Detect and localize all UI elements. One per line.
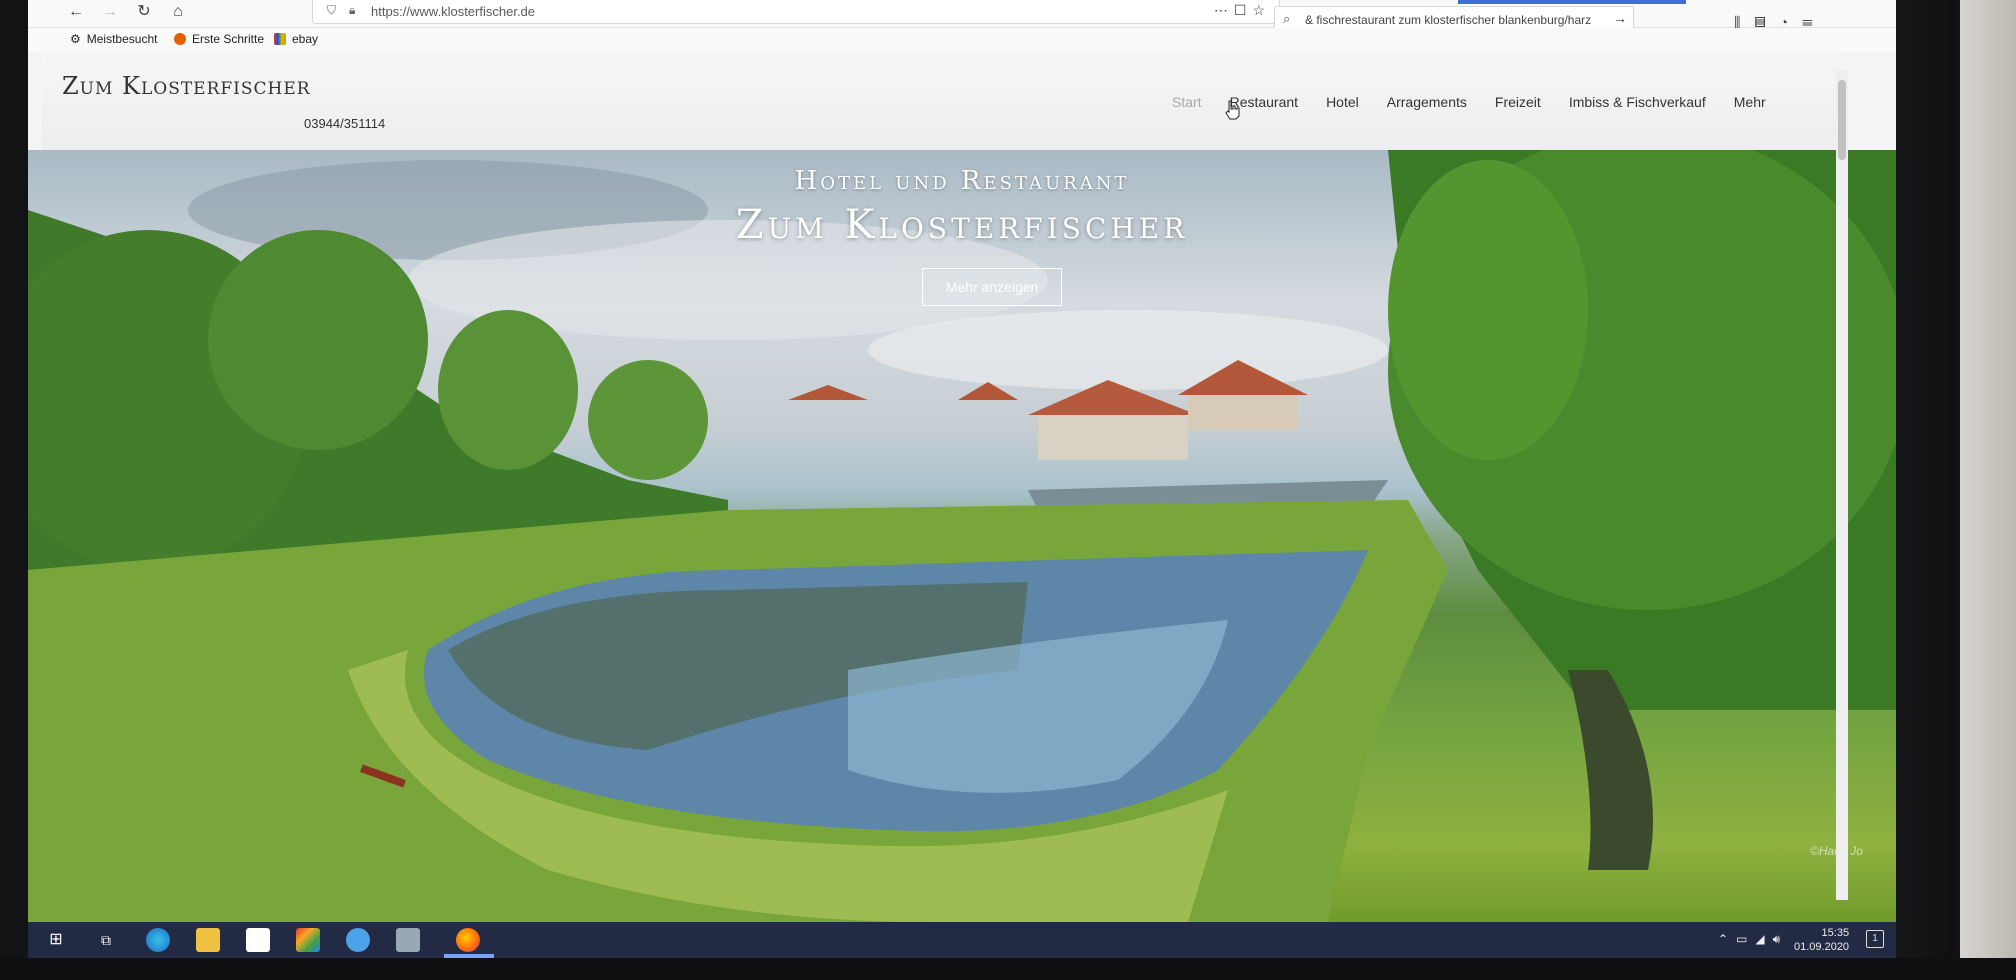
back-icon[interactable]: ← — [64, 0, 88, 24]
settings-app-icon[interactable] — [396, 928, 420, 952]
photos-app-icon[interactable] — [296, 928, 320, 952]
windows-start-icon[interactable]: ⊞ — [44, 928, 68, 952]
more-button[interactable]: Mehr anzeigen — [922, 268, 1062, 306]
page-scrollbar[interactable] — [1836, 70, 1848, 900]
main-navigation: Start Restaurant Hotel Arragements Freiz… — [1172, 94, 1766, 110]
mail-app-icon[interactable] — [346, 928, 370, 952]
forward-icon[interactable]: → — [98, 0, 122, 24]
reload-icon[interactable]: ↻ — [132, 0, 156, 24]
page-actions-icons[interactable]: ⋯☐☆ — [1214, 2, 1271, 19]
notification-center-icon[interactable]: 1 — [1866, 930, 1884, 948]
firefox-icon — [174, 33, 186, 45]
bookmark-erste-schritte[interactable]: Erste Schritte — [174, 32, 264, 46]
file-explorer-icon[interactable] — [196, 928, 220, 952]
site-logo[interactable]: Zum Klosterfischer — [62, 72, 311, 100]
hero-subtitle: Hotel und Restaurant — [794, 166, 1130, 196]
nav-freizeit[interactable]: Freizeit — [1495, 94, 1541, 110]
screen: ← → ↻ ⌂ ⛉ 🔒︎ https://www.klosterfischer.… — [28, 0, 1896, 958]
search-icon: ⌕ — [1283, 11, 1291, 26]
lock-icon[interactable]: 🔒︎ — [349, 3, 355, 18]
nav-mehr[interactable]: Mehr — [1734, 94, 1766, 110]
phone-number: 03944/351114 — [304, 116, 386, 131]
hand-cursor-icon — [1225, 100, 1240, 120]
ebay-icon — [274, 33, 286, 45]
home-icon[interactable]: ⌂ — [166, 0, 190, 24]
nav-arragements[interactable]: Arragements — [1387, 94, 1467, 110]
url-text[interactable]: https://www.klosterfischer.de — [371, 4, 535, 19]
bookmarks-bar: ⚙ Meistbesucht Erste Schritte ebay — [28, 28, 1896, 52]
hero-title: Zum Klosterfischer — [735, 202, 1189, 248]
hero-landscape-image — [28, 150, 1896, 922]
nav-imbiss[interactable]: Imbiss & Fischverkauf — [1569, 94, 1706, 110]
search-input[interactable]: & fischrestaurant zum klosterfischer bla… — [1305, 13, 1591, 27]
nav-start[interactable]: Start — [1172, 94, 1202, 110]
firefox-taskbar-icon[interactable] — [456, 928, 480, 952]
bookmark-label: Erste Schritte — [192, 32, 265, 46]
scrollbar-thumb[interactable] — [1838, 80, 1846, 160]
nav-hotel[interactable]: Hotel — [1326, 94, 1359, 110]
tab-accent-bar — [1458, 0, 1686, 4]
windows-taskbar: ⊞ ⧉ ⌃▭◢🔊︎ 15:35 01.09.2020 1 — [28, 922, 1896, 958]
hero-banner: Hotel und Restaurant Zum Klosterfischer … — [28, 150, 1896, 922]
edge-icon[interactable] — [146, 928, 170, 952]
background-wall — [1960, 0, 2016, 980]
shield-icon[interactable]: ⛉ — [327, 3, 336, 18]
bookmark-label: Meistbesucht — [86, 32, 158, 46]
clock-time: 15:35 — [1821, 927, 1850, 939]
task-view-icon[interactable]: ⧉ — [94, 928, 118, 952]
search-go-icon[interactable]: → — [1613, 10, 1627, 26]
taskbar-clock[interactable]: 15:35 01.09.2020 — [1794, 926, 1849, 954]
gear-icon: ⚙ — [70, 32, 81, 46]
store-icon[interactable] — [246, 928, 270, 952]
clock-date: 01.09.2020 — [1794, 941, 1850, 953]
system-tray-icons[interactable]: ⌃▭◢🔊︎ — [1718, 932, 1788, 947]
bookmark-label: ebay — [292, 32, 319, 46]
bookmark-ebay[interactable]: ebay — [274, 32, 318, 46]
monitor-bezel-bottom — [0, 958, 2016, 980]
bookmark-meistbesucht[interactable]: ⚙ Meistbesucht — [70, 32, 157, 46]
site-header: Zum Klosterfischer 03944/351114 Start Re… — [42, 52, 1836, 152]
url-bar[interactable]: ⛉ 🔒︎ https://www.klosterfischer.de ⋯☐☆ — [312, 0, 1280, 24]
